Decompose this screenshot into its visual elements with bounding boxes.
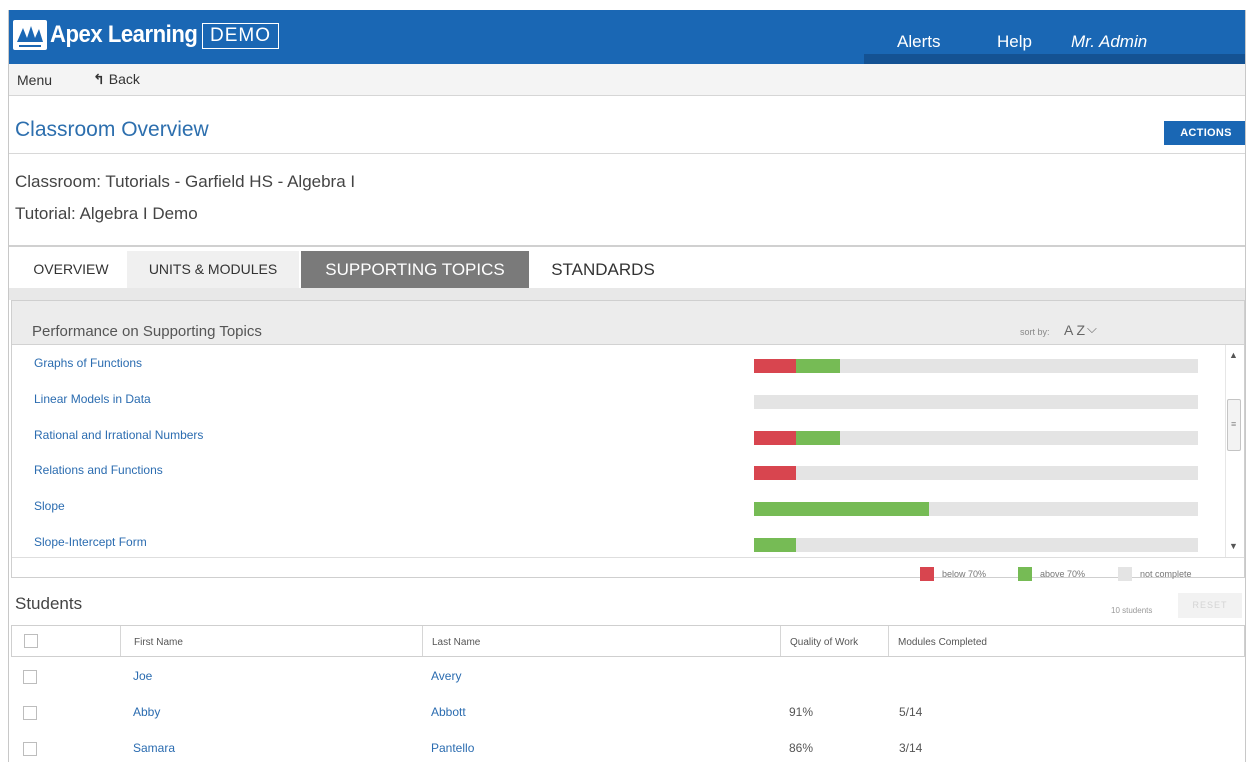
student-first-name[interactable]: Joe <box>133 669 152 683</box>
student-last-name[interactable]: Avery <box>431 669 461 683</box>
student-quality: 86% <box>789 741 814 755</box>
student-quality: 91% <box>789 705 814 719</box>
performance-header: Performance on Supporting Topics sort by… <box>12 301 1244 345</box>
sub-toolbar: Menu ↰ Back <box>9 64 1245 96</box>
col-quality[interactable]: Quality of Work <box>790 637 858 648</box>
divider <box>12 557 1244 558</box>
topic-bar <box>754 502 1198 517</box>
legend-swatch-below <box>920 567 934 581</box>
performance-title: Performance on Supporting Topics <box>32 323 262 340</box>
tab-overview[interactable]: OVERVIEW <box>19 251 123 288</box>
bar-segment-above <box>796 430 840 445</box>
topic-link[interactable]: Graphs of Functions <box>34 356 142 370</box>
topic-link[interactable]: Rational and Irrational Numbers <box>34 428 203 442</box>
column-divider <box>120 626 121 656</box>
chevron-down-icon[interactable]: ⌵ <box>1087 321 1097 337</box>
student-count: 10 students <box>1111 606 1153 615</box>
header-shade <box>864 54 1245 64</box>
bar-segment-above <box>796 359 840 373</box>
tutorial-label: Tutorial: Algebra I Demo <box>15 204 198 223</box>
bar-segment-below <box>754 430 796 445</box>
students-title: Students <box>15 594 83 613</box>
student-modules: 3/14 <box>899 741 923 755</box>
apex-logo-icon <box>13 20 47 50</box>
student-modules: 5/14 <box>899 705 923 719</box>
reset-button[interactable]: RESET <box>1178 593 1242 618</box>
topic-bar <box>754 538 1198 552</box>
back-arrow-icon: ↰ <box>93 71 105 87</box>
scroll-down-icon[interactable]: ▼ <box>1229 541 1238 551</box>
classroom-label: Classroom: Tutorials - Garfield HS - Alg… <box>15 172 356 191</box>
student-last-name[interactable]: Pantello <box>431 741 474 755</box>
topic-link[interactable]: Relations and Functions <box>34 463 163 477</box>
tab-strip-underline <box>9 288 1245 300</box>
topic-bar <box>754 394 1198 409</box>
back-button[interactable]: ↰ Back <box>93 71 140 88</box>
bar-segment-above <box>754 538 796 552</box>
demo-badge: DEMO <box>202 23 279 49</box>
row-checkbox[interactable] <box>23 742 37 756</box>
bar-segment-below <box>754 359 796 373</box>
bar-segment-below <box>754 466 796 481</box>
column-divider <box>780 626 781 656</box>
legend-below: below 70% <box>942 569 987 579</box>
topic-link[interactable]: Slope-Intercept Form <box>34 535 147 549</box>
brand-name[interactable]: Apex Learning <box>50 21 198 49</box>
sort-select[interactable]: A Z <box>1064 322 1085 338</box>
topic-bar <box>754 359 1198 373</box>
page-title: Classroom Overview <box>15 118 209 141</box>
col-last-name[interactable]: Last Name <box>432 637 480 648</box>
top-header: Apex Learning DEMO Alerts Help Mr. Admin <box>9 10 1245 64</box>
tab-supporting-topics[interactable]: SUPPORTING TOPICS <box>301 251 529 288</box>
performance-panel: Performance on Supporting Topics sort by… <box>11 300 1245 581</box>
student-last-name[interactable]: Abbott <box>431 705 466 719</box>
select-all-checkbox[interactable] <box>24 634 38 648</box>
grip-icon: ≡ <box>1231 419 1237 429</box>
topic-link[interactable]: Slope <box>34 499 65 513</box>
back-label: Back <box>108 71 140 87</box>
col-modules[interactable]: Modules Completed <box>898 637 987 648</box>
legend-not-complete: not complete <box>1140 569 1192 579</box>
legend-swatch-not-complete <box>1118 567 1132 581</box>
topic-bar <box>754 430 1198 445</box>
divider <box>9 153 1245 154</box>
student-first-name[interactable]: Samara <box>133 741 175 755</box>
scroll-thumb[interactable]: ≡ <box>1227 399 1241 451</box>
sort-label: sort by: <box>1020 327 1050 337</box>
app-window: Apex Learning DEMO Alerts Help Mr. Admin… <box>8 10 1246 762</box>
scroll-up-icon[interactable]: ▲ <box>1229 350 1238 360</box>
menu-button[interactable]: Menu <box>17 72 52 88</box>
student-first-name[interactable]: Abby <box>133 705 160 719</box>
tab-units-modules[interactable]: UNITS & MODULES <box>127 251 299 288</box>
col-first-name[interactable]: First Name <box>134 637 183 648</box>
divider <box>9 245 1245 247</box>
students-table-header: First Name Last Name Quality of Work Mod… <box>11 625 1245 657</box>
help-link[interactable]: Help <box>997 32 1032 52</box>
bar-segment-above <box>754 502 929 517</box>
legend-above: above 70% <box>1040 569 1086 579</box>
alerts-link[interactable]: Alerts <box>897 32 940 52</box>
row-checkbox[interactable] <box>23 670 37 684</box>
user-menu[interactable]: Mr. Admin <box>1071 32 1147 52</box>
column-divider <box>888 626 889 656</box>
column-divider <box>422 626 423 656</box>
tab-standards[interactable]: STANDARDS <box>533 251 673 288</box>
topic-link[interactable]: Linear Models in Data <box>34 392 151 406</box>
row-checkbox[interactable] <box>23 706 37 720</box>
topic-bar <box>754 466 1198 481</box>
legend-swatch-above <box>1018 567 1032 581</box>
actions-button[interactable]: ACTIONS <box>1164 121 1245 145</box>
scrollbar[interactable] <box>1225 345 1244 557</box>
